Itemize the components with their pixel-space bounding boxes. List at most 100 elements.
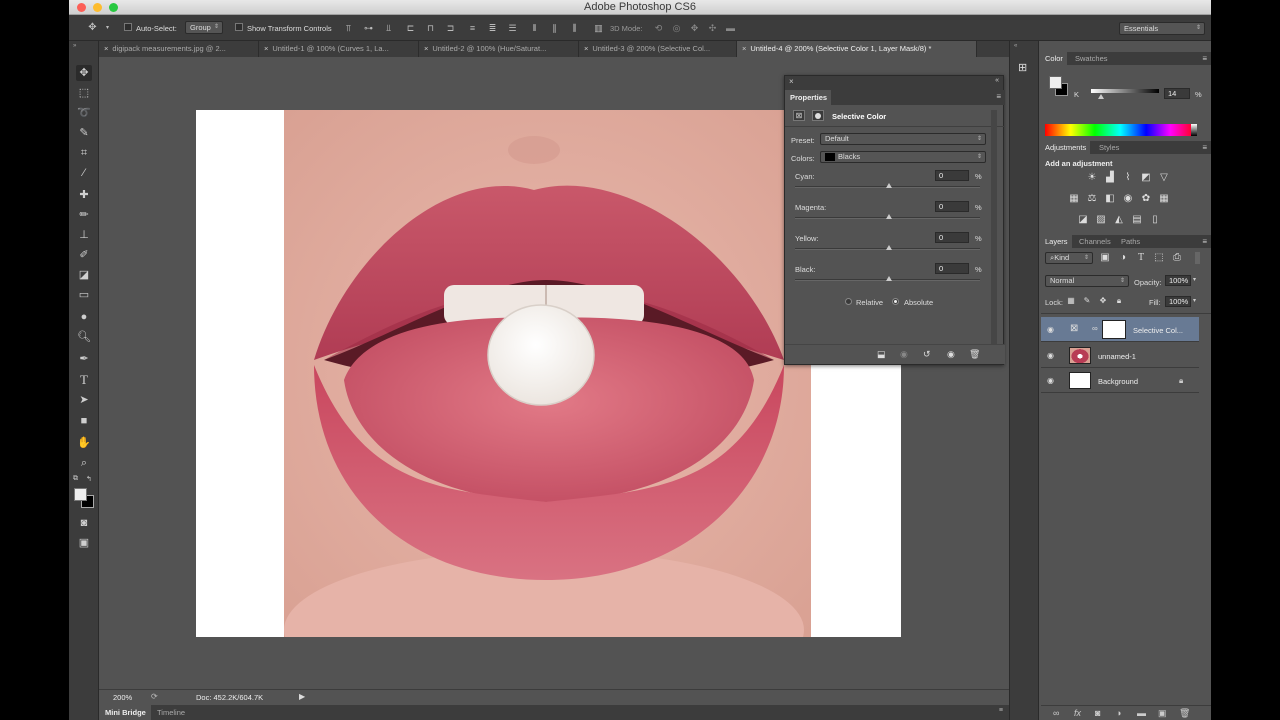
tab-swatches[interactable]: Swatches	[1071, 52, 1112, 65]
posterize-icon[interactable]: ▨	[1095, 214, 1107, 226]
distribute-vcenter-icon[interactable]: ≣	[487, 23, 498, 33]
new-group-icon[interactable]: ▬	[1137, 708, 1146, 718]
visibility-eye-icon[interactable]: ◉	[1047, 351, 1054, 360]
hand-tool-icon[interactable]: ✋	[76, 435, 92, 451]
zoom-level[interactable]: 200%	[113, 693, 132, 702]
tab-layers[interactable]: Layers	[1041, 235, 1072, 248]
eraser-tool-icon[interactable]: ◪	[76, 267, 92, 283]
tab-styles[interactable]: Styles	[1095, 141, 1123, 154]
status-info-icon[interactable]: ⟳	[151, 692, 158, 701]
auto-align-icon[interactable]: ▥	[593, 23, 604, 33]
fx-icon[interactable]: fx	[1074, 708, 1081, 718]
absolute-radio[interactable]	[892, 298, 899, 305]
brightness-contrast-icon[interactable]: ☀	[1086, 172, 1098, 184]
workspace-dropdown[interactable]: Essentials ⇕	[1119, 22, 1205, 35]
marquee-tool-icon[interactable]: ⬚	[76, 85, 92, 101]
layer-filter-dropdown[interactable]: ⌕Kind ⇕	[1045, 252, 1093, 264]
tab-document-3[interactable]: × Untitled-2 @ 100% (Hue/Saturat...	[419, 41, 579, 57]
selective-color-icon[interactable]: ▯	[1149, 214, 1161, 226]
close-icon[interactable]: ×	[789, 77, 794, 86]
cyan-slider-thumb[interactable]	[886, 183, 892, 188]
black-white-icon[interactable]: ◧	[1104, 193, 1116, 205]
close-icon[interactable]: ×	[104, 44, 108, 53]
opacity-field[interactable]: 100%	[1165, 275, 1191, 286]
align-vcenter-icon[interactable]: ⊶	[363, 23, 374, 33]
transform-controls-checkbox[interactable]	[235, 23, 243, 31]
color-spectrum-bar[interactable]	[1045, 124, 1196, 136]
quick-mask-icon[interactable]: ◙	[76, 515, 92, 531]
layer-row-selective-color[interactable]: ◉ ⊠ ∞ Selective Col...	[1041, 317, 1199, 342]
distribute-hcenter-icon[interactable]: ∥	[549, 23, 560, 33]
properties-panel-icon[interactable]: ⊞	[1018, 61, 1032, 75]
align-hcenter-icon[interactable]: ⊓	[425, 23, 436, 33]
layer-name[interactable]: Background	[1098, 377, 1138, 386]
brush-tool-icon[interactable]: ✏	[76, 207, 92, 223]
black-value-field[interactable]: 0	[935, 263, 969, 274]
panel-menu-icon[interactable]: ≡	[996, 92, 1001, 101]
trash-icon[interactable]: 🗑︎	[969, 349, 980, 360]
levels-icon[interactable]: ▟	[1104, 172, 1116, 184]
magenta-slider-thumb[interactable]	[886, 214, 892, 219]
layer-row-unnamed-1[interactable]: ◉ unnamed-1	[1041, 343, 1199, 368]
blur-tool-icon[interactable]: ●	[76, 309, 92, 325]
view-previous-state-icon[interactable]: ◉	[900, 349, 908, 360]
visibility-eye-icon[interactable]: ◉	[947, 349, 955, 360]
tab-document-1[interactable]: × digipack measurements.jpg @ 2...	[99, 41, 259, 57]
foreground-color-swatch[interactable]	[74, 488, 87, 501]
dodge-tool-icon[interactable]: 🔍︎	[76, 329, 92, 345]
move-tool-preset-icon[interactable]: ✥	[87, 23, 98, 33]
yellow-value-field[interactable]: 0	[935, 232, 969, 243]
preset-dropdown[interactable]: Default ⇕	[820, 133, 986, 145]
align-right-icon[interactable]: ⊐	[445, 23, 456, 33]
layer-name[interactable]: Selective Col...	[1133, 326, 1183, 335]
tab-paths[interactable]: Paths	[1117, 235, 1144, 248]
invert-icon[interactable]: ◪	[1077, 214, 1089, 226]
layer-name[interactable]: unnamed-1	[1098, 352, 1136, 361]
expand-icon[interactable]: «	[1014, 43, 1017, 49]
distribute-bottom-icon[interactable]: ☰	[507, 23, 518, 33]
lock-position-icon[interactable]: ✥	[1097, 295, 1109, 307]
panel-menu-icon[interactable]: ≡	[1202, 237, 1207, 246]
adjustment-icon[interactable]: ⊠	[793, 110, 805, 121]
layer-mask-thumbnail[interactable]	[1102, 320, 1126, 339]
yellow-slider-thumb[interactable]	[886, 245, 892, 250]
tab-document-4[interactable]: × Untitled-3 @ 200% (Selective Col...	[579, 41, 737, 57]
filter-adjustment-icon[interactable]: ◑	[1117, 252, 1129, 264]
filter-type-icon[interactable]: T	[1135, 252, 1147, 264]
tab-properties[interactable]: Properties	[785, 90, 831, 105]
screen-mode-icon[interactable]: ▣	[76, 535, 92, 551]
3d-slide-icon[interactable]: ✣	[707, 23, 718, 33]
move-tool-icon[interactable]: ✥	[76, 65, 92, 81]
tab-mini-bridge[interactable]: Mini Bridge	[99, 705, 151, 720]
add-mask-icon[interactable]: ◙	[1095, 708, 1100, 718]
distribute-right-icon[interactable]: ⫼	[569, 23, 580, 33]
collapse-icon[interactable]: »	[73, 43, 76, 49]
gradient-tool-icon[interactable]: ▭	[76, 287, 92, 303]
tab-document-5-active[interactable]: × Untitled-4 @ 200% (Selective Color 1, L…	[737, 41, 977, 57]
pen-tool-icon[interactable]: ✒	[76, 351, 92, 367]
status-menu-arrow-icon[interactable]: ▶	[299, 692, 305, 701]
align-top-icon[interactable]: ⫪	[343, 23, 354, 33]
blend-mode-dropdown[interactable]: Normal ⇕	[1045, 275, 1129, 287]
path-selection-tool-icon[interactable]: ➤	[76, 392, 92, 408]
foreground-color-swatch[interactable]	[1049, 76, 1062, 89]
new-layer-icon[interactable]: ▣	[1158, 708, 1167, 719]
k-slider-thumb[interactable]	[1098, 94, 1104, 99]
panel-menu-icon[interactable]: ≡	[1202, 54, 1207, 63]
distribute-left-icon[interactable]: ⫴	[529, 23, 540, 33]
type-tool-icon[interactable]: T	[76, 372, 92, 388]
color-balance-icon[interactable]: ⚖	[1086, 193, 1098, 205]
hue-saturation-icon[interactable]: ▦	[1068, 193, 1080, 205]
threshold-icon[interactable]: ◭	[1113, 214, 1125, 226]
crop-tool-icon[interactable]: ⌗	[76, 145, 92, 161]
quick-select-tool-icon[interactable]: ✎	[76, 125, 92, 141]
lock-pixels-icon[interactable]: ✎	[1081, 295, 1093, 307]
trash-icon[interactable]: 🗑︎	[1179, 708, 1190, 719]
k-value-field[interactable]: 14	[1164, 88, 1190, 99]
close-icon[interactable]: ×	[584, 44, 588, 53]
panel-menu-icon[interactable]: ≡	[999, 707, 1003, 714]
rectangle-tool-icon[interactable]: ■	[76, 413, 92, 429]
black-slider-thumb[interactable]	[886, 276, 892, 281]
clip-to-layer-icon[interactable]: ⬓	[877, 349, 886, 360]
color-lookup-icon[interactable]: ▦	[1158, 193, 1170, 205]
